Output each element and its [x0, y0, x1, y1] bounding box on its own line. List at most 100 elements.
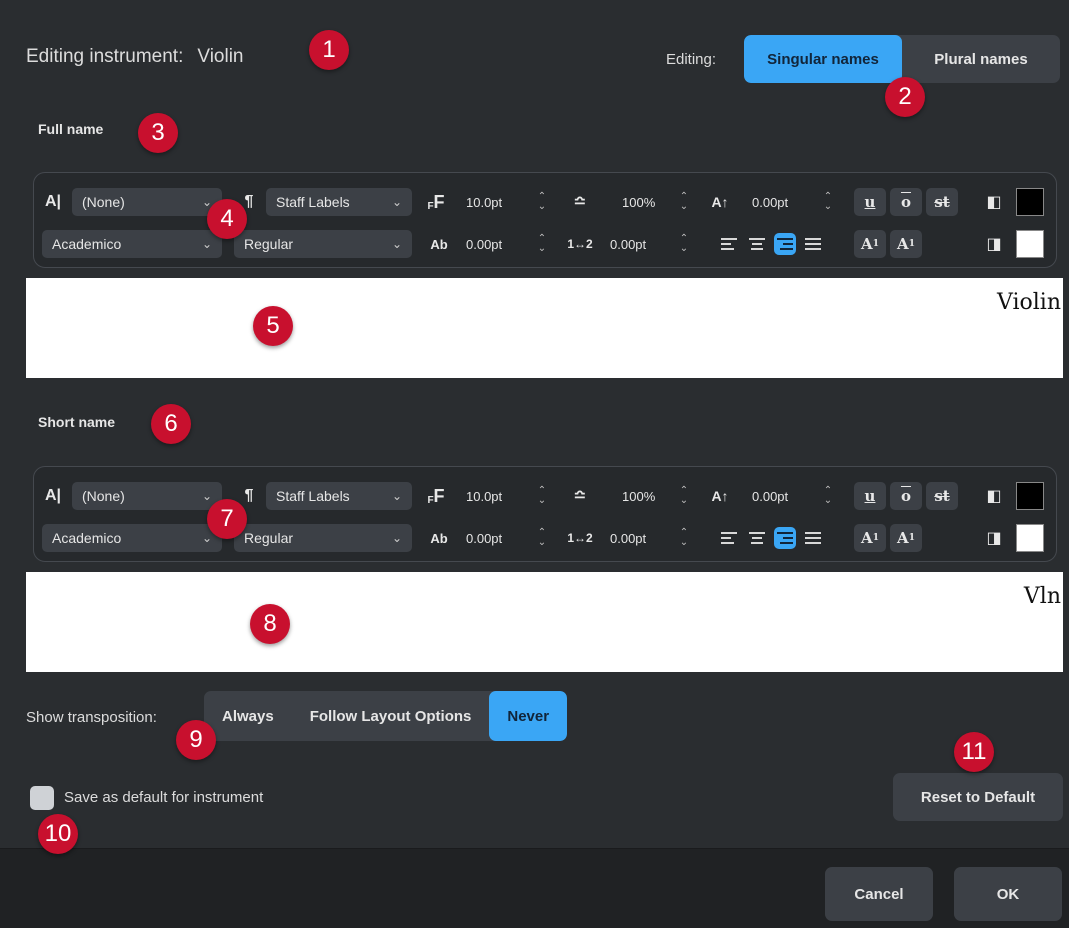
character-spacing-field[interactable]: 0.00pt — [466, 230, 502, 258]
short-name-preview[interactable]: Vln — [26, 572, 1063, 672]
font-style-value: Regular — [244, 530, 294, 546]
subscript-glyph: A — [897, 529, 909, 547]
line-spacing-stepper[interactable]: ⌃ ⌄ — [676, 524, 692, 552]
plural-names-button[interactable]: Plural names — [902, 35, 1060, 83]
font-family-value: Academico — [52, 236, 122, 252]
font-family-value: Academico — [52, 530, 122, 546]
paragraph-style-value: Staff Labels — [276, 488, 350, 504]
baseline-shift-field[interactable]: 0.00pt — [752, 188, 788, 216]
transposition-always-button[interactable]: Always — [204, 691, 292, 741]
chevron-down-icon: ⌄ — [391, 195, 402, 209]
baseline-shift-icon: A↑ — [711, 194, 729, 210]
subscript-button[interactable]: A1 — [890, 230, 922, 258]
underline-button[interactable]: u — [854, 188, 886, 216]
character-spacing-field[interactable]: 0.00pt — [466, 524, 502, 552]
underline-button[interactable]: u — [854, 482, 886, 510]
scale-field[interactable]: 100% — [622, 188, 655, 216]
baseline-shift-icon: A↑ — [711, 488, 729, 504]
align-right-button[interactable] — [774, 233, 796, 255]
align-left-button[interactable] — [718, 233, 740, 255]
character-style-icon: A| — [44, 487, 62, 504]
superscript-glyph: A — [861, 235, 873, 253]
show-transposition-segmented-control: Always Follow Layout Options Never — [204, 691, 568, 741]
subscript-mark: 1 — [908, 533, 915, 543]
full-name-preview[interactable]: Violin — [26, 278, 1063, 378]
baseline-shift-stepper[interactable]: ⌃ ⌄ — [820, 188, 836, 216]
character-spacing-stepper[interactable]: ⌃ ⌄ — [534, 524, 550, 552]
callout-badge: 5 — [253, 306, 293, 346]
overline-button[interactable]: o — [890, 482, 922, 510]
paragraph-style-dropdown[interactable]: Staff Labels ⌄ — [266, 482, 412, 510]
character-style-dropdown[interactable]: (None) ⌄ — [72, 188, 222, 216]
singular-names-button[interactable]: Singular names — [744, 35, 902, 83]
dialog-title: Editing instrument: Violin — [26, 46, 244, 68]
callout-badge: 1 — [309, 30, 349, 70]
chevron-down-icon: ⌄ — [391, 531, 402, 545]
superscript-button[interactable]: A1 — [854, 524, 886, 552]
font-family-dropdown[interactable]: Academico ⌄ — [42, 230, 222, 258]
font-family-dropdown[interactable]: Academico ⌄ — [42, 524, 222, 552]
justify-button[interactable] — [802, 527, 824, 549]
font-style-dropdown[interactable]: Regular ⌄ — [234, 230, 412, 258]
save-default-checkbox[interactable] — [30, 786, 54, 810]
scale-stepper[interactable]: ⌃ ⌄ — [676, 482, 692, 510]
subscript-button[interactable]: A1 — [890, 524, 922, 552]
superscript-mark: 1 — [872, 533, 879, 543]
character-style-value: (None) — [82, 488, 125, 504]
callout-badge: 3 — [138, 113, 178, 153]
background-color-swatch[interactable] — [1016, 524, 1044, 552]
background-color-swatch[interactable] — [1016, 230, 1044, 258]
save-default-label: Save as default for instrument — [64, 789, 264, 806]
font-size-field[interactable]: 10.0pt — [466, 482, 502, 510]
short-name-text-toolbar: A| (None) ⌄ ¶ Staff Labels ⌄ FF 10.0pt ⌃ ⌄ … — [33, 466, 1057, 562]
font-size-field[interactable]: 10.0pt — [466, 188, 502, 216]
superscript-glyph: A — [861, 529, 873, 547]
character-spacing-stepper[interactable]: ⌃ ⌄ — [534, 230, 550, 258]
scale-field[interactable]: 100% — [622, 482, 655, 510]
chevron-down-icon: ⌄ — [391, 489, 402, 503]
character-style-icon: A| — [44, 193, 62, 210]
font-size-stepper[interactable]: ⌃ ⌄ — [534, 482, 550, 510]
callout-badge: 8 — [250, 604, 290, 644]
reset-to-default-button[interactable]: Reset to Default — [893, 773, 1063, 821]
superscript-button[interactable]: A1 — [854, 230, 886, 258]
baseline-shift-stepper[interactable]: ⌃ ⌄ — [820, 482, 836, 510]
foreground-color-icon: ◧ — [986, 488, 1002, 505]
callout-badge: 7 — [207, 499, 247, 539]
strikethrough-button[interactable]: st — [926, 482, 958, 510]
paragraph-style-dropdown[interactable]: Staff Labels ⌄ — [266, 188, 412, 216]
foreground-color-swatch[interactable] — [1016, 482, 1044, 510]
foreground-color-swatch[interactable] — [1016, 188, 1044, 216]
callout-badge: 4 — [207, 199, 247, 239]
line-spacing-field[interactable]: 0.00pt — [610, 524, 646, 552]
transposition-never-button[interactable]: Never — [489, 691, 568, 741]
ok-button[interactable]: OK — [954, 867, 1062, 921]
overline-button[interactable]: o — [890, 188, 922, 216]
foreground-color-icon: ◧ — [986, 194, 1002, 211]
name-mode-segmented-control: Singular names Plural names — [744, 35, 1060, 83]
transposition-follow-layout-button[interactable]: Follow Layout Options — [292, 691, 490, 741]
strikethrough-button[interactable]: st — [926, 188, 958, 216]
full-name-title: Full name — [38, 121, 104, 137]
line-spacing-field[interactable]: 0.00pt — [610, 230, 646, 258]
align-center-button[interactable] — [746, 233, 768, 255]
short-name-preview-text: Vln — [1023, 584, 1061, 609]
baseline-shift-field[interactable]: 0.00pt — [752, 482, 788, 510]
chevron-down-icon: ⌄ — [201, 237, 212, 251]
scale-stepper[interactable]: ⌃ ⌄ — [676, 188, 692, 216]
align-left-button[interactable] — [718, 527, 740, 549]
subscript-mark: 1 — [908, 239, 915, 249]
justify-button[interactable] — [802, 233, 824, 255]
subscript-glyph: A — [897, 235, 909, 253]
font-size-stepper[interactable]: ⌃ ⌄ — [534, 188, 550, 216]
align-right-button[interactable] — [774, 527, 796, 549]
cancel-button[interactable]: Cancel — [825, 867, 933, 921]
font-style-value: Regular — [244, 236, 294, 252]
font-style-dropdown[interactable]: Regular ⌄ — [234, 524, 412, 552]
align-center-button[interactable] — [746, 527, 768, 549]
callout-badge: 6 — [151, 404, 191, 444]
line-spacing-icon: 1↔2 — [567, 237, 593, 251]
character-style-dropdown[interactable]: (None) ⌄ — [72, 482, 222, 510]
line-spacing-stepper[interactable]: ⌃ ⌄ — [676, 230, 692, 258]
chevron-down-icon: ⌄ — [391, 237, 402, 251]
